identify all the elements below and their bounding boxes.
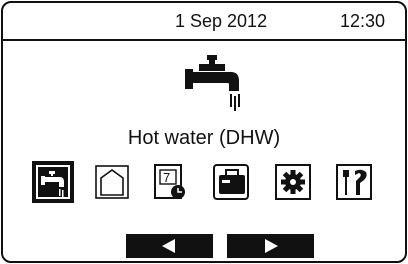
date-display: 1 Sep 2012 (175, 11, 268, 31)
water-tap-icon (36, 165, 70, 199)
menu-settings-button[interactable] (272, 161, 314, 203)
menu-service-button[interactable] (333, 161, 375, 203)
suitcase-icon (213, 164, 249, 200)
screen-title: Hot water (DHW) (127, 127, 281, 149)
house-icon (95, 165, 129, 199)
time-display: 12:30 (340, 11, 386, 31)
status-bar: 1 Sep 2012 12:30 (3, 3, 405, 41)
menu-heating-button[interactable] (91, 161, 133, 203)
service-tools-icon (336, 164, 372, 200)
menu-hot-water-button[interactable] (32, 161, 74, 203)
svg-text:7: 7 (163, 170, 170, 185)
calendar-clock-icon: 7 (154, 164, 185, 199)
right-arrow-icon (265, 239, 278, 253)
left-arrow-icon (162, 239, 175, 253)
water-tap-icon (181, 53, 251, 115)
next-button[interactable] (227, 234, 314, 258)
menu-schedule-button[interactable]: 7 (148, 161, 190, 203)
menu-holiday-button[interactable] (210, 161, 252, 203)
gear-icon (275, 164, 311, 200)
display-frame: 1 Sep 2012 12:30 Hot water (DHW) 7 (1, 1, 407, 263)
prev-button[interactable] (126, 234, 213, 258)
